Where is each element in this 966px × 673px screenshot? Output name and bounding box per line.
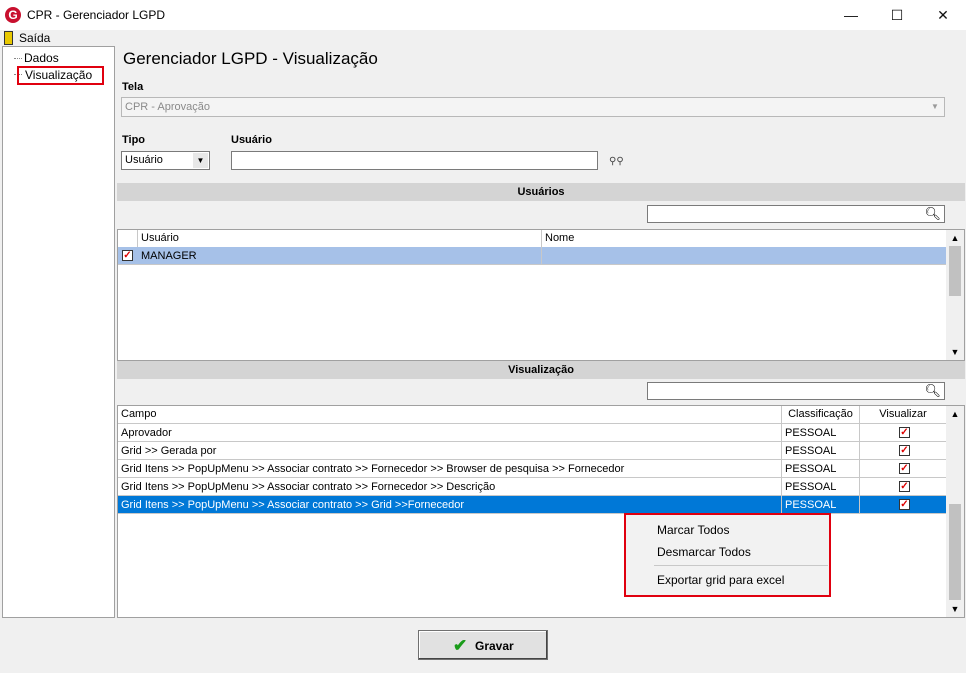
exit-door-icon	[4, 31, 13, 45]
chevron-down-icon: ▼	[931, 102, 939, 111]
tipo-label: Tipo	[122, 134, 146, 146]
save-button[interactable]: ✔ Gravar	[418, 630, 548, 660]
tipo-select[interactable]: Usuário ▼	[121, 151, 210, 170]
visualizar-checkbox[interactable]: ✓	[899, 481, 910, 492]
visualizar-checkbox[interactable]: ✓	[899, 463, 910, 474]
users-scrollbar[interactable]: ▲ ▼	[946, 230, 964, 360]
search-icon[interactable]: 🔍︎	[924, 206, 941, 222]
user-cell: MANAGER	[138, 247, 542, 264]
campo-cell: Aprovador	[118, 424, 782, 441]
title-bar: G CPR - Gerenciador LGPD — ☐ ✕	[0, 0, 966, 31]
classificacao-cell: PESSOAL	[782, 442, 860, 459]
users-grid-select-column	[118, 230, 138, 247]
visualizar-checkbox[interactable]: ✓	[899, 499, 910, 510]
tela-label: Tela	[122, 81, 144, 93]
binoculars-search-icon[interactable]: ⚲⚲	[609, 156, 624, 167]
view-scrollbar[interactable]: ▲ ▼	[946, 406, 964, 617]
table-row[interactable]: Aprovador PESSOAL ✓	[118, 424, 946, 442]
classificacao-cell: PESSOAL	[782, 460, 860, 477]
campo-cell: Grid >> Gerada por	[118, 442, 782, 459]
tela-select-value: CPR - Aprovação	[125, 101, 210, 113]
app-logo-icon: G	[5, 7, 21, 23]
name-cell	[542, 247, 946, 264]
classificacao-cell: PESSOAL	[782, 424, 860, 441]
tree-item-dados[interactable]: Dados	[24, 51, 59, 65]
users-column-nome[interactable]: Nome	[542, 230, 946, 247]
visualizar-checkbox[interactable]: ✓	[899, 427, 910, 438]
view-column-visualizar[interactable]: Visualizar	[860, 406, 946, 423]
scroll-down-icon[interactable]: ▼	[946, 601, 964, 617]
context-menu-item-marcar-todos[interactable]: Marcar Todos	[657, 523, 729, 537]
users-grid: Usuário Nome ✓ MANAGER ▲ ▼	[117, 229, 965, 361]
view-grid-header: Campo Classificação Visualizar	[118, 406, 946, 424]
classificacao-cell: PESSOAL	[782, 478, 860, 495]
view-grid: Campo Classificação Visualizar Aprovador…	[117, 405, 965, 618]
checkmark-icon: ✔	[453, 636, 468, 655]
page-title: Gerenciador LGPD - Visualização	[123, 49, 378, 68]
classificacao-cell: PESSOAL	[782, 496, 860, 513]
tree-item-visualizacao[interactable]: Visualização	[25, 68, 92, 82]
minimize-button[interactable]: —	[828, 0, 874, 30]
context-menu: Marcar Todos Desmarcar Todos Exportar gr…	[624, 513, 831, 597]
table-row[interactable]: ✓ MANAGER	[118, 247, 946, 265]
users-grid-header: Usuário Nome	[118, 230, 946, 248]
users-column-usuario[interactable]: Usuário	[138, 230, 542, 247]
menu-bar: Saída	[0, 30, 966, 46]
tipo-select-value: Usuário	[125, 154, 163, 166]
view-section-header: Visualização	[117, 361, 965, 379]
scroll-down-icon[interactable]: ▼	[946, 344, 964, 360]
table-row[interactable]: Grid >> Gerada por PESSOAL ✓	[118, 442, 946, 460]
scroll-up-icon[interactable]: ▲	[946, 230, 964, 246]
campo-cell: Grid Itens >> PopUpMenu >> Associar cont…	[118, 496, 782, 513]
table-row[interactable]: Grid Itens >> PopUpMenu >> Associar cont…	[118, 460, 946, 478]
exit-menu-item[interactable]: Saída	[0, 30, 60, 46]
context-menu-item-exportar-excel[interactable]: Exportar grid para excel	[657, 573, 784, 587]
tela-select[interactable]: CPR - Aprovação ▼	[121, 97, 945, 117]
campo-cell: Grid Itens >> PopUpMenu >> Associar cont…	[118, 478, 782, 495]
close-button[interactable]: ✕	[920, 0, 966, 30]
view-search-input[interactable]: 🔍︎	[647, 382, 945, 400]
context-menu-divider	[654, 565, 828, 566]
navigation-tree: Dados Visualização	[2, 46, 115, 618]
usuario-input[interactable]	[231, 151, 598, 170]
view-column-campo[interactable]: Campo	[118, 406, 782, 423]
scroll-thumb[interactable]	[949, 246, 961, 296]
context-menu-item-desmarcar-todos[interactable]: Desmarcar Todos	[657, 545, 751, 559]
table-row-selected[interactable]: Grid Itens >> PopUpMenu >> Associar cont…	[118, 496, 946, 514]
usuario-label: Usuário	[231, 134, 272, 146]
search-icon[interactable]: 🔍︎	[924, 383, 941, 399]
save-button-label: Gravar	[475, 639, 514, 653]
window-title: CPR - Gerenciador LGPD	[27, 8, 166, 22]
visualizar-checkbox[interactable]: ✓	[899, 445, 910, 456]
view-column-classificacao[interactable]: Classificação	[782, 406, 860, 423]
maximize-button[interactable]: ☐	[874, 0, 920, 30]
campo-cell: Grid Itens >> PopUpMenu >> Associar cont…	[118, 460, 782, 477]
users-search-input[interactable]: 🔍︎	[647, 205, 945, 223]
tree-connector	[14, 58, 22, 59]
row-checkbox[interactable]: ✓	[122, 250, 133, 261]
exit-menu-label: Saída	[19, 31, 51, 45]
table-row[interactable]: Grid Itens >> PopUpMenu >> Associar cont…	[118, 478, 946, 496]
scroll-thumb[interactable]	[949, 504, 961, 600]
users-section-header: Usuários	[117, 183, 965, 201]
scroll-up-icon[interactable]: ▲	[946, 406, 964, 422]
chevron-down-icon: ▼	[193, 153, 208, 168]
